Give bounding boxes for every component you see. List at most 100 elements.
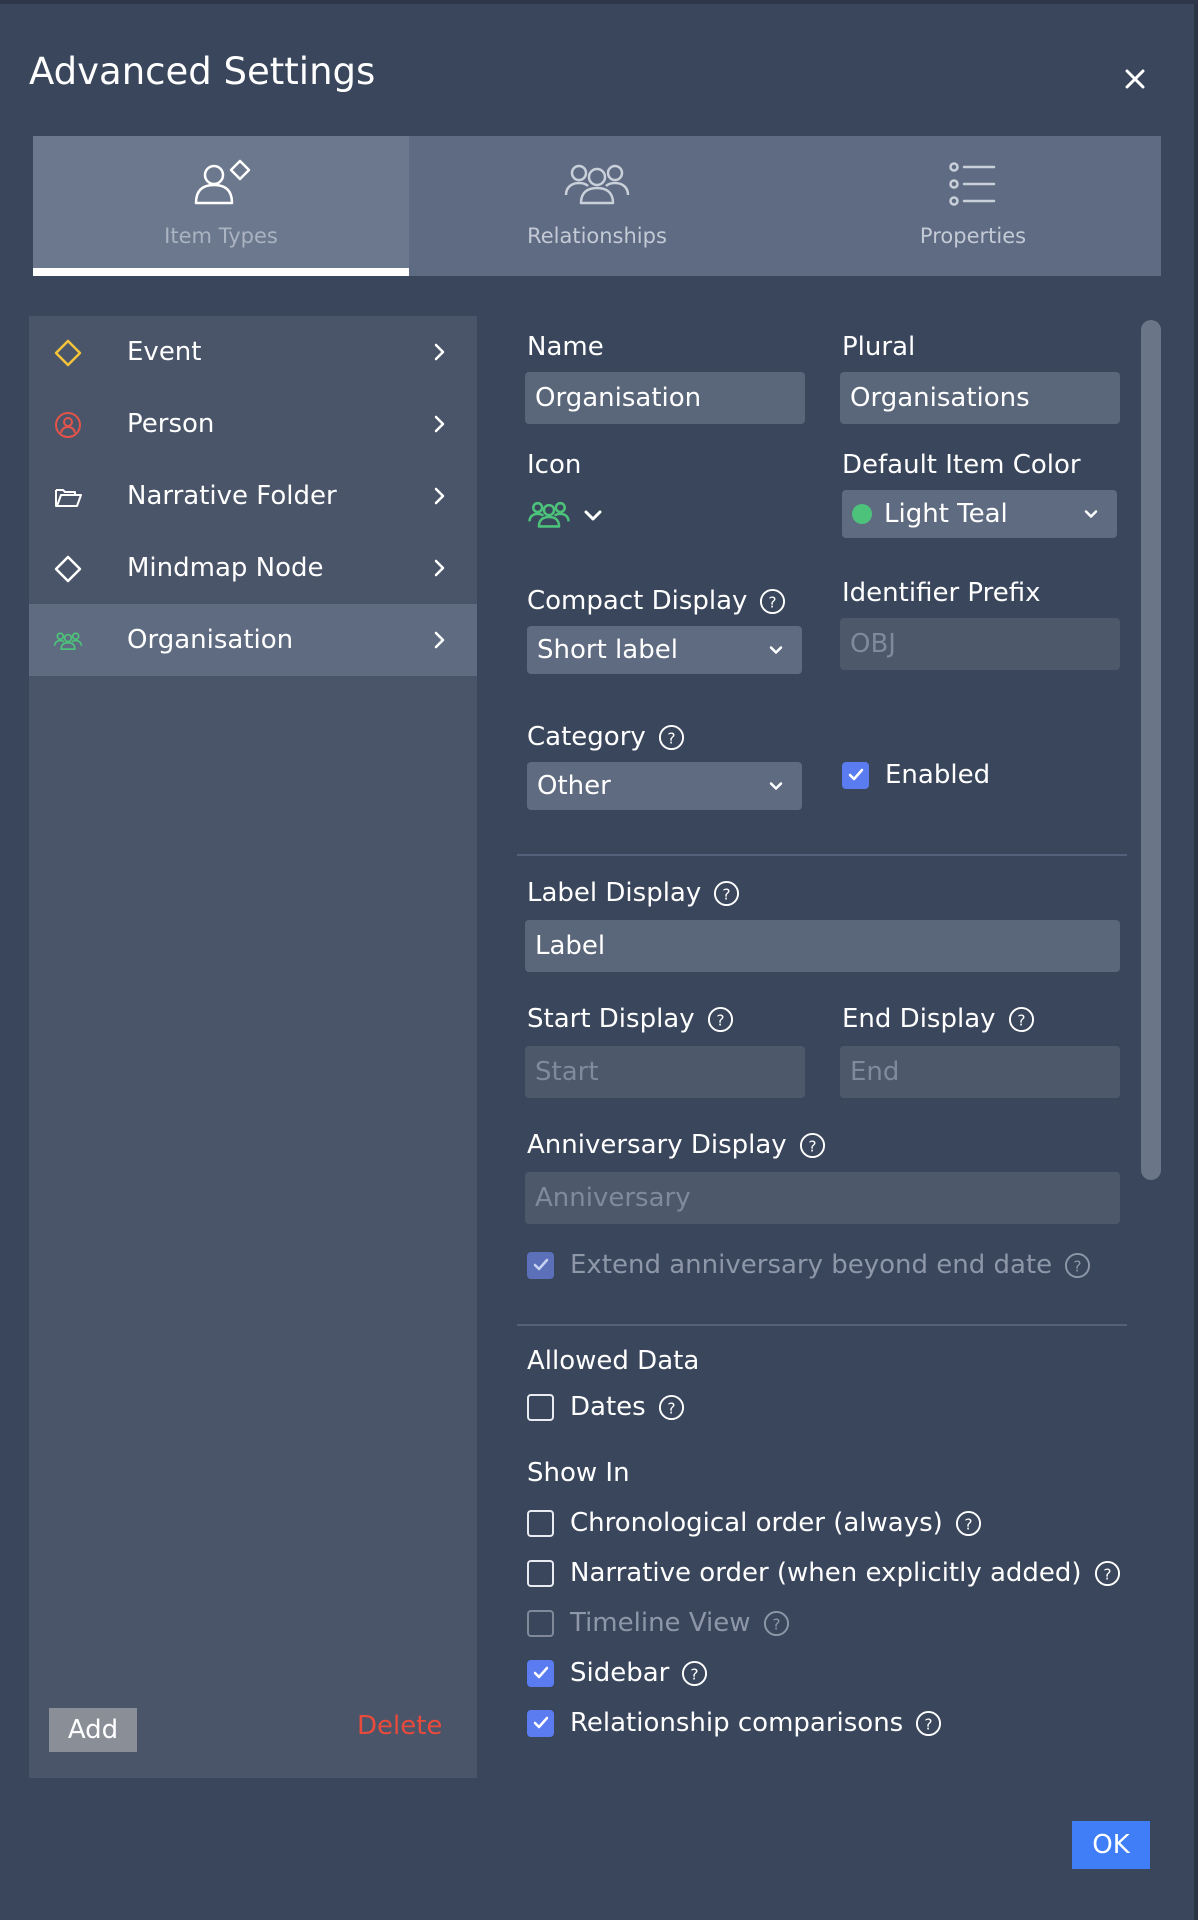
category-text: Category: [527, 722, 646, 752]
item-type-organisation[interactable]: Organisation: [29, 604, 477, 676]
plural-input[interactable]: Organisations: [840, 372, 1120, 424]
item-type-narrative-folder[interactable]: Narrative Folder: [29, 460, 477, 532]
compact-display-value: Short label: [537, 635, 678, 665]
item-type-person[interactable]: Person: [29, 388, 477, 460]
chevron-right-icon: [434, 343, 445, 361]
dates-row[interactable]: Dates ?: [527, 1392, 685, 1422]
tab-bar: Item Types Relationships Properties: [33, 136, 1161, 276]
delete-button[interactable]: Delete: [357, 1711, 442, 1741]
svg-text:?: ?: [691, 1665, 699, 1683]
folder-icon: [53, 482, 83, 512]
compact-display-label: Compact Display ?: [527, 586, 786, 616]
icon-picker[interactable]: [527, 500, 605, 529]
item-type-list: Event Person Narrative Folder Mindmap No…: [29, 316, 477, 1778]
item-type-mindmap-node[interactable]: Mindmap Node: [29, 532, 477, 604]
timeline-view-checkbox[interactable]: [527, 1609, 554, 1637]
item-type-label: Mindmap Node: [127, 553, 324, 583]
dates-checkbox[interactable]: [527, 1393, 554, 1421]
divider: [517, 854, 1127, 856]
relationship-comparisons-label: Relationship comparisons: [570, 1708, 904, 1738]
chevron-down-icon: [584, 510, 602, 520]
default-color-select[interactable]: Light Teal: [842, 490, 1117, 538]
chronological-row[interactable]: Chronological order (always) ?: [527, 1508, 982, 1538]
allowed-data-label: Allowed Data: [527, 1346, 700, 1376]
item-type-event[interactable]: Event: [29, 316, 477, 388]
start-display-label: Start Display ?: [527, 1004, 734, 1034]
extend-anniversary-label: Extend anniversary beyond end date: [570, 1250, 1053, 1280]
check-icon: [533, 1716, 548, 1729]
sidebar-row[interactable]: Sidebar ?: [527, 1658, 708, 1688]
chevron-right-icon: [434, 631, 445, 649]
window-edge: [1194, 4, 1198, 1920]
svg-text:?: ?: [716, 1011, 724, 1029]
chevron-right-icon: [434, 415, 445, 433]
help-icon[interactable]: ?: [915, 1710, 942, 1737]
identifier-prefix-input[interactable]: OBJ: [840, 618, 1120, 670]
compact-display-text: Compact Display: [527, 586, 748, 616]
check-icon: [848, 768, 863, 781]
help-icon[interactable]: ?: [955, 1510, 982, 1537]
person-circle-icon: [53, 410, 83, 440]
tab-relationships-label: Relationships: [527, 224, 667, 248]
label-display-text: Label Display: [527, 878, 702, 908]
list-icon: [948, 158, 998, 210]
tab-item-types-label: Item Types: [164, 224, 278, 248]
svg-text:?: ?: [667, 729, 675, 747]
tab-relationships[interactable]: Relationships: [409, 136, 785, 276]
help-icon[interactable]: ?: [658, 1394, 685, 1421]
sidebar-label: Sidebar: [570, 1658, 670, 1688]
help-icon[interactable]: ?: [1064, 1252, 1091, 1279]
ok-button[interactable]: OK: [1072, 1821, 1150, 1869]
enabled-checkbox-row[interactable]: Enabled: [842, 760, 990, 790]
start-display-input[interactable]: Start: [525, 1046, 805, 1098]
svg-text:?: ?: [964, 1515, 972, 1533]
add-button[interactable]: Add: [49, 1708, 137, 1752]
relationship-comparisons-checkbox[interactable]: [527, 1709, 554, 1737]
group-icon: [528, 501, 570, 528]
check-icon: [533, 1258, 548, 1271]
help-icon[interactable]: ?: [763, 1610, 790, 1637]
advanced-settings-dialog: Advanced Settings Item Types Relationshi…: [0, 0, 1198, 1920]
category-select[interactable]: Other: [527, 762, 802, 810]
item-type-label: Organisation: [127, 625, 294, 655]
help-icon[interactable]: ?: [799, 1132, 826, 1159]
anniversary-display-label: Anniversary Display ?: [527, 1130, 826, 1160]
timeline-view-row[interactable]: Timeline View ?: [527, 1608, 790, 1638]
narrative-row[interactable]: Narrative order (when explicitly added) …: [527, 1558, 1121, 1588]
check-icon: [533, 1666, 548, 1679]
color-value: Light Teal: [884, 499, 1008, 529]
sidebar-checkbox[interactable]: [527, 1659, 554, 1687]
help-icon[interactable]: ?: [658, 724, 685, 751]
compact-display-select[interactable]: Short label: [527, 626, 802, 674]
help-icon[interactable]: ?: [1094, 1560, 1121, 1587]
enabled-label: Enabled: [885, 760, 991, 790]
chevron-right-icon: [434, 559, 445, 577]
enabled-checkbox[interactable]: [842, 761, 869, 789]
tab-properties[interactable]: Properties: [785, 136, 1161, 276]
extend-anniversary-checkbox[interactable]: [527, 1251, 554, 1279]
relationship-comparisons-row[interactable]: Relationship comparisons ?: [527, 1708, 942, 1738]
narrative-checkbox[interactable]: [527, 1559, 554, 1587]
close-icon[interactable]: [1115, 59, 1155, 99]
anniversary-display-input[interactable]: Anniversary: [525, 1172, 1120, 1224]
svg-text:?: ?: [723, 885, 731, 903]
help-icon[interactable]: ?: [707, 1006, 734, 1033]
start-display-text: Start Display: [527, 1004, 695, 1034]
scrollbar-thumb[interactable]: [1141, 320, 1161, 1180]
label-display-input[interactable]: Label: [525, 920, 1120, 972]
icon-label: Icon: [527, 450, 582, 480]
svg-text:?: ?: [769, 593, 777, 611]
tab-item-types[interactable]: Item Types: [33, 136, 409, 276]
help-icon[interactable]: ?: [713, 880, 740, 907]
help-icon[interactable]: ?: [681, 1660, 708, 1687]
help-icon[interactable]: ?: [1008, 1006, 1035, 1033]
form-scrollbar[interactable]: [1141, 320, 1161, 1180]
end-display-input[interactable]: End: [840, 1046, 1120, 1098]
chevron-down-icon: [769, 782, 783, 790]
name-input[interactable]: Organisation: [525, 372, 805, 424]
item-type-form: Name Organisation Plural Organisations I…: [517, 316, 1137, 1786]
help-icon[interactable]: ?: [759, 588, 786, 615]
chronological-checkbox[interactable]: [527, 1509, 554, 1537]
svg-text:?: ?: [1074, 1257, 1082, 1275]
extend-anniversary-row[interactable]: Extend anniversary beyond end date ?: [527, 1250, 1091, 1280]
